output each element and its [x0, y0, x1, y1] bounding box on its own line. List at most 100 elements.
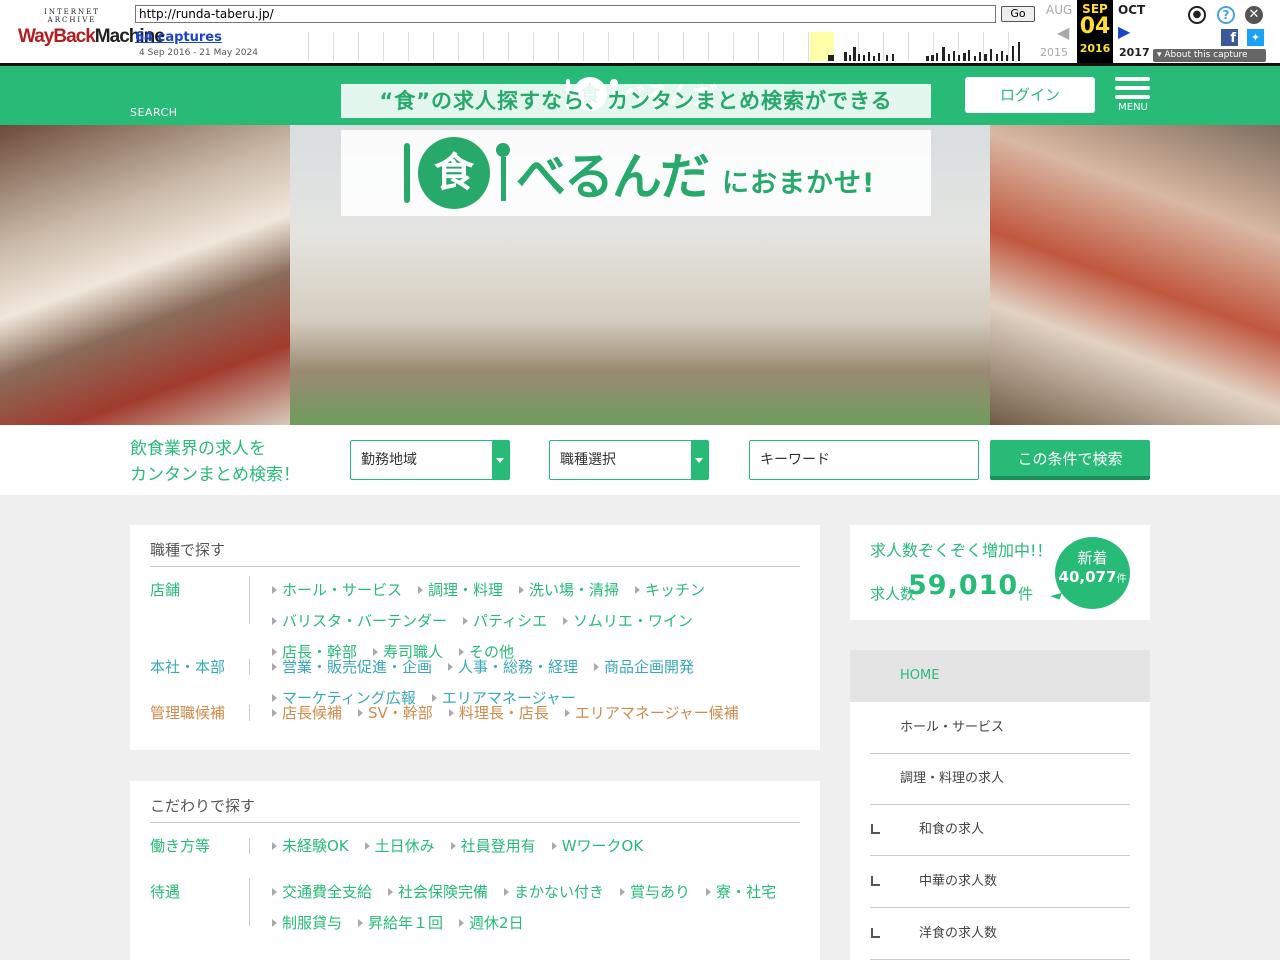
row-divider	[249, 878, 250, 926]
hero-tagline: “食”の求人探すなら、カンタンまとめ検索ができる	[341, 84, 931, 118]
search-title-line1: 飲食業界の求人を	[130, 439, 266, 459]
next-year-label[interactable]: 2017	[1119, 46, 1150, 59]
condition-link[interactable]: 社員登用有	[449, 831, 536, 862]
row-label: 管理職候補	[150, 704, 226, 722]
twitter-icon[interactable]: ✦	[1247, 29, 1264, 46]
hero-photo-right	[990, 125, 1280, 425]
search-bar: 飲食業界の求人を カンタンまとめ検索！ 勤務地域 職種選択 この条件で検索	[0, 425, 1280, 495]
cond-row-benefits: 待遇 交通費全支給 社会保険完備 まかない付き 賞与あり 寮・社宅 制服貸与 昇…	[150, 877, 800, 939]
sidebar-item-home[interactable]: HOME	[850, 650, 1150, 702]
row-label: 店舗	[150, 581, 181, 599]
sidebar-item-chinese[interactable]: 中華の求人数	[870, 856, 1130, 908]
current-capture-date: SEP 04 2016	[1077, 0, 1113, 63]
sidebar-item-western[interactable]: 洋食の求人数	[870, 908, 1130, 960]
sidebar-nav: HOME ホール・サービス 調理・料理の求人 和食の求人 中華の求人数 洋食の求…	[850, 650, 1150, 960]
sidebar-item-cooking[interactable]: 調理・料理の求人	[870, 753, 1130, 805]
total-job-count: 59,010	[908, 570, 1019, 601]
job-row-store: 店舗 ホール・サービス 調理・料理 洗い場・清掃 キッチン バリスタ・バーテンダ…	[150, 575, 800, 661]
count-suffix: 件	[1018, 585, 1034, 603]
job-link[interactable]: 営業・販売促進・企画	[270, 652, 432, 683]
chevron-down-icon	[492, 441, 509, 479]
help-icon[interactable]: ?	[1217, 6, 1235, 24]
new-badge-count: 40,077件	[1058, 568, 1127, 586]
keyword-input[interactable]	[749, 440, 979, 480]
facebook-icon[interactable]: f	[1221, 29, 1238, 46]
menu-button[interactable]: MENU	[1115, 77, 1151, 123]
sidebar-item-hall-service[interactable]: ホール・サービス	[870, 702, 1130, 754]
prev-capture-arrow-icon[interactable]: ◀	[1057, 23, 1069, 42]
job-row-hq: 本社・本部 営業・販売促進・企画 人事・総務・経理 商品企画開発 マーケティング…	[150, 652, 800, 707]
wayback-toolbar: INTERNET ARCHIVE WayBackMachine Go 64 ca…	[0, 0, 1280, 66]
menu-label: MENU	[1118, 102, 1148, 113]
condition-link[interactable]: WワークOK	[550, 831, 643, 862]
wayback-logo[interactable]: INTERNET ARCHIVE WayBackMachine	[18, 8, 165, 54]
job-row-manager: 管理職候補 店長候補 SV・幹部 料理長・店長 エリアマネージャー候補	[150, 698, 800, 729]
captures-link[interactable]: 64 captures	[135, 30, 222, 45]
search-title-line2: カンタンまとめ検索！	[130, 465, 300, 485]
current-year: 2016	[1079, 42, 1111, 55]
next-month-label[interactable]: OCT	[1118, 3, 1145, 17]
prev-year-label[interactable]: 2015	[1040, 46, 1068, 59]
row-divider	[249, 838, 250, 854]
job-type-select[interactable]: 職種選択	[549, 440, 709, 480]
count-title: 求人数ぞくぞく増加中!！	[870, 541, 1053, 560]
hamburger-icon-line	[1115, 95, 1150, 99]
row-divider	[249, 659, 250, 675]
row-label: 働き方等	[150, 837, 211, 855]
condition-link[interactable]: 社会保険完備	[386, 877, 488, 908]
job-type-card: 職種で探す 店舗 ホール・サービス 調理・料理 洗い場・清掃 キッチン バリスタ…	[130, 525, 820, 750]
new-badge-label: 新着	[1077, 549, 1108, 567]
chevron-down-icon	[691, 441, 708, 479]
condition-link[interactable]: 賞与あり	[618, 877, 690, 908]
job-link[interactable]: 洗い場・清掃	[517, 575, 619, 606]
job-link[interactable]: SV・幹部	[356, 698, 433, 729]
hero-knife-shape	[404, 143, 410, 203]
wayback-go-button[interactable]: Go	[1001, 6, 1035, 22]
hero-plate-icon: 食	[418, 137, 490, 209]
condition-link[interactable]: 寮・社宅	[704, 877, 776, 908]
area-select-label: 勤務地域	[361, 452, 417, 468]
captures-range: 4 Sep 2016 - 21 May 2024	[139, 48, 258, 58]
condition-link[interactable]: まかない付き	[502, 877, 604, 908]
condition-link[interactable]: 土日休み	[363, 831, 435, 862]
next-capture-arrow-icon[interactable]: ▶	[1118, 22, 1130, 41]
cond-row-workstyle: 働き方等 未経験OK 土日休み 社員登用有 WワークOK	[150, 831, 800, 862]
current-day: 04	[1079, 14, 1111, 39]
row-divider	[249, 576, 250, 624]
job-select-label: 職種選択	[560, 452, 616, 468]
search-title: 飲食業界の求人を カンタンまとめ検索！	[130, 436, 300, 488]
row-divider	[249, 705, 250, 721]
job-link[interactable]: ホール・サービス	[270, 575, 402, 606]
job-link[interactable]: エリアマネージャー候補	[563, 698, 739, 729]
job-link[interactable]: バリスタ・バーテンダー	[270, 606, 447, 637]
login-button[interactable]: ログイン	[965, 77, 1095, 113]
condition-link[interactable]: 未経験OK	[270, 831, 349, 862]
job-link[interactable]: 店長候補	[270, 698, 342, 729]
condition-link[interactable]: 週休2日	[457, 908, 524, 939]
sidebar-item-japanese[interactable]: 和食の求人	[870, 804, 1130, 856]
condition-link[interactable]: 制服貸与	[270, 908, 342, 939]
job-link[interactable]: 商品企画開発	[592, 652, 694, 683]
user-icon[interactable]: ●	[1188, 6, 1206, 24]
close-icon[interactable]: ✕	[1245, 6, 1263, 24]
search-submit-button[interactable]: この条件で検索	[990, 440, 1150, 480]
hero-spoon-shape	[496, 143, 510, 203]
row-label: 本社・本部	[150, 658, 226, 676]
job-link[interactable]: ソムリエ・ワイン	[561, 606, 693, 637]
captures-sparkline[interactable]	[308, 32, 1030, 61]
job-link[interactable]: 調理・料理	[416, 575, 503, 606]
job-link[interactable]: キッチン	[633, 575, 705, 606]
prev-month-label[interactable]: AUG	[1046, 3, 1072, 17]
about-capture-button[interactable]: ▾ About this capture	[1153, 49, 1266, 62]
job-link[interactable]: パティシエ	[461, 606, 547, 637]
job-link[interactable]: 人事・総務・経理	[446, 652, 578, 683]
job-type-heading: 職種で探す	[150, 539, 800, 567]
search-toggle[interactable]: SEARCH	[130, 106, 178, 119]
condition-link[interactable]: 交通費全支給	[270, 877, 372, 908]
wayback-url-input[interactable]	[135, 5, 996, 23]
area-select[interactable]: 勤務地域	[350, 440, 510, 480]
hamburger-icon-line	[1115, 86, 1150, 90]
condition-link[interactable]: 昇給年１回	[356, 908, 443, 939]
conditions-card: こだわりで探す 働き方等 未経験OK 土日休み 社員登用有 WワークOK 待遇 …	[130, 781, 820, 960]
job-link[interactable]: 料理長・店長	[447, 698, 549, 729]
